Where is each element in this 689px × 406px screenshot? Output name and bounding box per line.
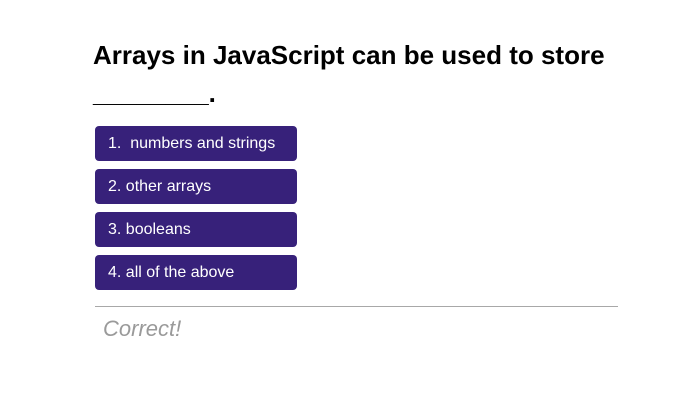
question-text: Arrays in JavaScript can be used to stor… xyxy=(93,40,605,108)
answer-button-1[interactable]: 1. numbers and strings xyxy=(95,126,297,161)
answer-button-4[interactable]: 4. all of the above xyxy=(95,255,297,290)
answer-button-2[interactable]: 2. other arrays xyxy=(95,169,297,204)
answer-button-3[interactable]: 3. booleans xyxy=(95,212,297,247)
feedback-divider xyxy=(95,306,618,307)
feedback-message: Correct! xyxy=(103,316,182,341)
quiz-card: Arrays in JavaScript can be used to stor… xyxy=(93,36,618,298)
answer-choices: 1. numbers and strings 2. other arrays 3… xyxy=(93,126,618,298)
